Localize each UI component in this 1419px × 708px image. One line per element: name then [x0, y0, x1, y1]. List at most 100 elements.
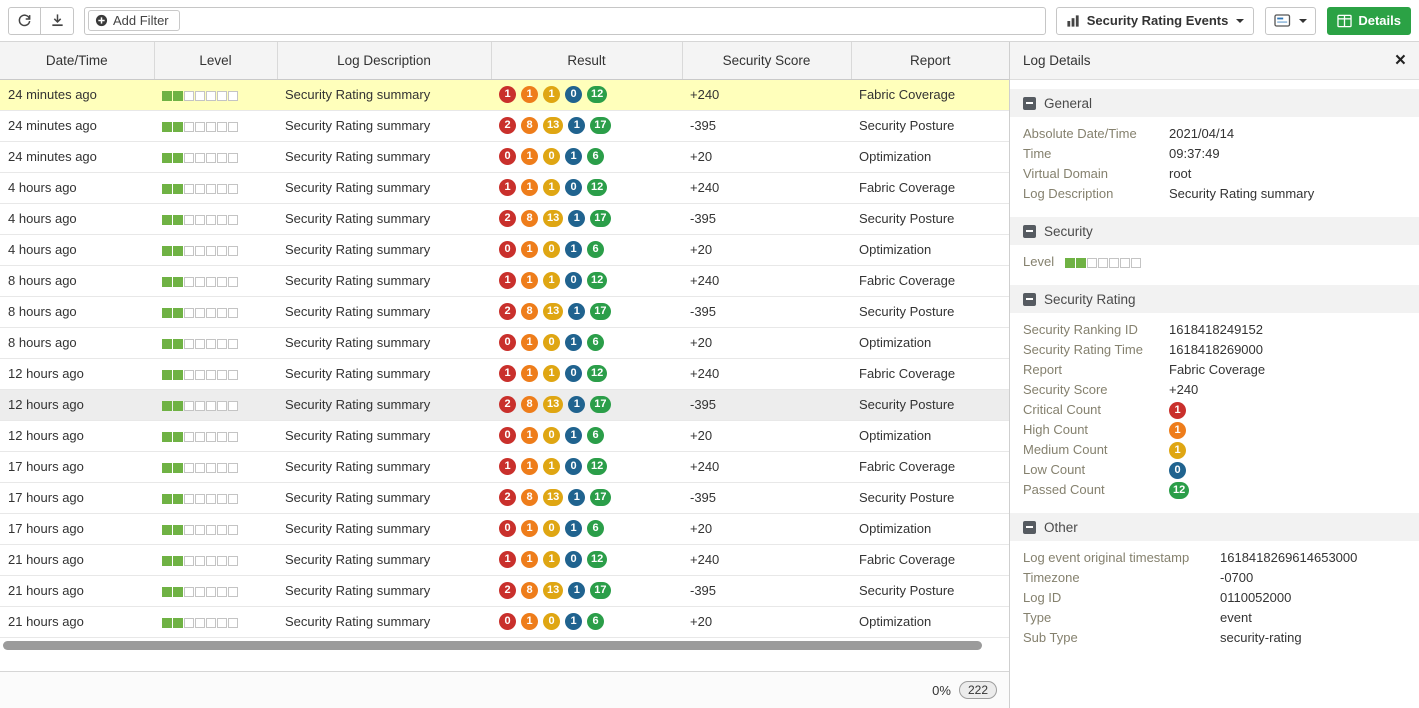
view-selector-button[interactable]: Security Rating Events: [1056, 7, 1255, 35]
column-header-level[interactable]: Level: [154, 42, 277, 79]
collapse-icon[interactable]: [1023, 97, 1036, 110]
scrollbar-thumb[interactable]: [3, 641, 982, 650]
table-row[interactable]: 24 minutes agoSecurity Rating summary010…: [0, 141, 1009, 172]
section-header-other[interactable]: Other: [1010, 513, 1419, 541]
table-row[interactable]: 8 hours agoSecurity Rating summary01016+…: [0, 327, 1009, 358]
result-cell: 01016: [491, 327, 682, 358]
table-row[interactable]: 4 hours agoSecurity Rating summary111012…: [0, 172, 1009, 203]
report-cell: Fabric Coverage: [851, 265, 1009, 296]
level-segment-empty: [228, 432, 238, 442]
section-title: General: [1044, 96, 1092, 111]
level-segment-filled: [162, 587, 172, 597]
table-row[interactable]: 24 minutes agoSecurity Rating summary281…: [0, 110, 1009, 141]
section-header-security-rating[interactable]: Security Rating: [1010, 285, 1419, 313]
result-cell: 111012: [491, 544, 682, 575]
level-segment-empty: [195, 215, 205, 225]
table-row[interactable]: 4 hours agoSecurity Rating summary01016+…: [0, 234, 1009, 265]
field-label: Report: [1023, 360, 1169, 380]
table-row[interactable]: 21 hours agoSecurity Rating summary11101…: [0, 544, 1009, 575]
level-cell: [154, 110, 277, 141]
table-row[interactable]: 21 hours agoSecurity Rating summary28131…: [0, 575, 1009, 606]
description-cell: Security Rating summary: [277, 544, 491, 575]
level-segment-empty: [195, 370, 205, 380]
table-row[interactable]: 21 hours agoSecurity Rating summary01016…: [0, 606, 1009, 637]
level-segment-filled: [173, 525, 183, 535]
horizontal-scrollbar[interactable]: [0, 639, 1009, 654]
table-row[interactable]: 17 hours agoSecurity Rating summary01016…: [0, 513, 1009, 544]
field-label: Level: [1023, 252, 1065, 272]
table-row[interactable]: 12 hours agoSecurity Rating summary01016…: [0, 420, 1009, 451]
level-segment-filled: [173, 339, 183, 349]
level-segment-empty: [228, 215, 238, 225]
level-segment-empty: [195, 494, 205, 504]
medium-count-badge: 1: [543, 551, 560, 568]
section-title: Other: [1044, 520, 1078, 535]
level-segment-empty: [206, 308, 216, 318]
column-header-date-time[interactable]: Date/Time: [0, 42, 154, 79]
download-button[interactable]: [41, 7, 74, 35]
level-segment-empty: [195, 246, 205, 256]
table-row[interactable]: 12 hours agoSecurity Rating summary28131…: [0, 389, 1009, 420]
close-icon[interactable]: ×: [1395, 51, 1406, 70]
add-filter-button[interactable]: Add Filter: [88, 10, 180, 31]
level-segment-empty: [184, 463, 194, 473]
filter-search-bar[interactable]: Add Filter: [84, 7, 1046, 35]
table-row[interactable]: 24 minutes agoSecurity Rating summary111…: [0, 79, 1009, 110]
description-cell: Security Rating summary: [277, 296, 491, 327]
passed-count-badge: 12: [1169, 482, 1189, 499]
medium-count-badge: 13: [543, 582, 563, 599]
column-header-result[interactable]: Result: [491, 42, 682, 79]
level-segment-empty: [206, 463, 216, 473]
section-header-general[interactable]: General: [1010, 89, 1419, 117]
details-button[interactable]: Details: [1327, 7, 1411, 35]
field-label: Absolute Date/Time: [1023, 124, 1169, 144]
table-row[interactable]: 8 hours agoSecurity Rating summary281311…: [0, 296, 1009, 327]
detail-field: Security Rating Time1618418269000: [1023, 340, 1406, 360]
collapse-icon[interactable]: [1023, 293, 1036, 306]
level-segment-empty: [228, 339, 238, 349]
table-row[interactable]: 12 hours agoSecurity Rating summary11101…: [0, 358, 1009, 389]
table-row[interactable]: 4 hours agoSecurity Rating summary281311…: [0, 203, 1009, 234]
result-cell: 01016: [491, 513, 682, 544]
level-segment-empty: [228, 370, 238, 380]
level-segment-empty: [217, 215, 227, 225]
description-cell: Security Rating summary: [277, 482, 491, 513]
log-table-area: Date/TimeLevelLog DescriptionResultSecur…: [0, 42, 1010, 708]
level-segment-empty: [217, 525, 227, 535]
column-header-log-description[interactable]: Log Description: [277, 42, 491, 79]
level-cell: [154, 265, 277, 296]
field-label: Passed Count: [1023, 480, 1169, 500]
critical-count-badge: 2: [499, 396, 516, 413]
level-segment-empty: [1098, 258, 1108, 268]
score-cell: +20: [682, 513, 851, 544]
level-segment-empty: [217, 246, 227, 256]
level-segment-empty: [1131, 258, 1141, 268]
field-label: Log ID: [1023, 588, 1220, 608]
level-segment-empty: [184, 370, 194, 380]
refresh-button[interactable]: [8, 7, 41, 35]
low-count-badge: 1: [568, 210, 585, 227]
log-table: Date/TimeLevelLog DescriptionResultSecur…: [0, 42, 1009, 638]
table-row[interactable]: 17 hours agoSecurity Rating summary28131…: [0, 482, 1009, 513]
level-segment-empty: [184, 556, 194, 566]
field-label: Security Ranking ID: [1023, 320, 1169, 340]
report-cell: Security Posture: [851, 575, 1009, 606]
display-options-button[interactable]: [1265, 7, 1316, 35]
collapse-icon[interactable]: [1023, 225, 1036, 238]
detail-field: Critical Count1: [1023, 400, 1406, 420]
score-cell: +20: [682, 327, 851, 358]
critical-count-badge: 2: [499, 117, 516, 134]
score-cell: -395: [682, 482, 851, 513]
high-count-badge: 1: [521, 427, 538, 444]
table-row[interactable]: 8 hours agoSecurity Rating summary111012…: [0, 265, 1009, 296]
level-segment-empty: [228, 494, 238, 504]
score-cell: +20: [682, 234, 851, 265]
field-value: 1618418269000: [1169, 340, 1263, 360]
column-header-report[interactable]: Report: [851, 42, 1009, 79]
collapse-icon[interactable]: [1023, 521, 1036, 534]
high-count-badge: 8: [521, 117, 538, 134]
level-segment-empty: [184, 494, 194, 504]
table-row[interactable]: 17 hours agoSecurity Rating summary11101…: [0, 451, 1009, 482]
column-header-security-score[interactable]: Security Score: [682, 42, 851, 79]
section-header-security[interactable]: Security: [1010, 217, 1419, 245]
